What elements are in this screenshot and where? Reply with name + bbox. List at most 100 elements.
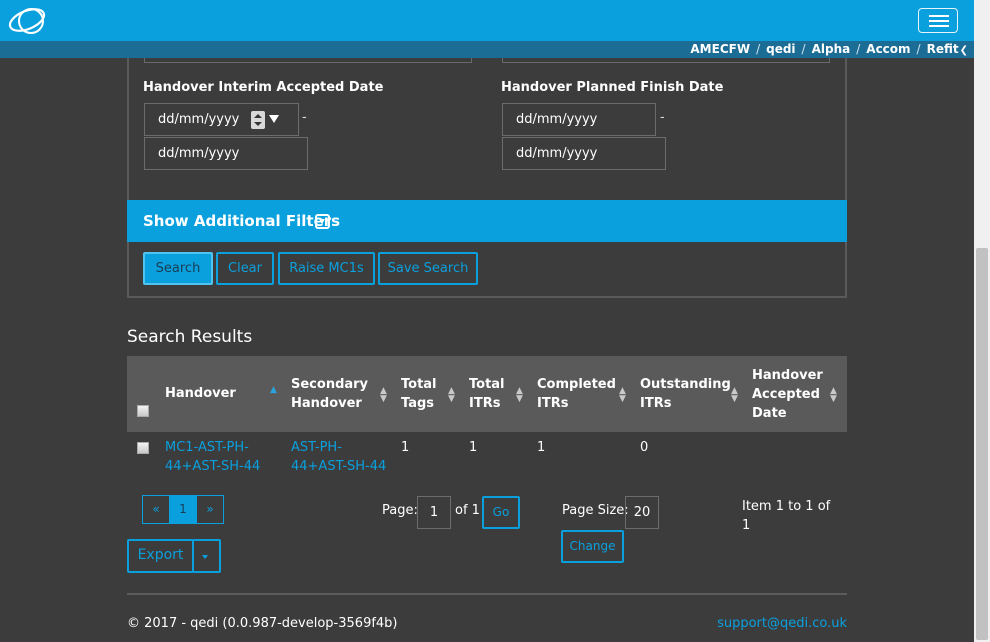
- column-header-label: Accepted: [752, 387, 820, 402]
- menu-toggle-button[interactable]: [918, 8, 958, 33]
- sort-ascending-icon[interactable]: ▲: [270, 386, 277, 395]
- cell-text: 44+AST-SH-44: [165, 459, 261, 474]
- sort-icon[interactable]: ▲ ▼: [380, 387, 387, 404]
- breadcrumb-separator: /: [756, 42, 761, 56]
- column-header-accepted-date[interactable]: Handover Accepted Date: [752, 366, 823, 423]
- column-header-label: Total: [401, 377, 437, 392]
- qedi-logo-icon[interactable]: [6, 4, 50, 36]
- date-placeholder: dd/mm/yyyy: [516, 112, 598, 127]
- column-header-total-tags[interactable]: Total Tags: [401, 375, 437, 413]
- handover-link[interactable]: MC1-AST-PH- 44+AST-SH-44: [165, 438, 260, 476]
- input-bottom-edge: [502, 58, 830, 63]
- column-header-label: Completed: [537, 377, 616, 392]
- column-header-secondary-handover[interactable]: Secondary Handover: [291, 375, 368, 413]
- planned-finish-date-label: Handover Planned Finish Date: [501, 80, 724, 95]
- outstanding-itrs-cell: 0: [640, 440, 649, 455]
- search-results-title: Search Results: [127, 327, 253, 347]
- pagination: « 1 »: [142, 495, 224, 524]
- total-itrs-cell: 1: [469, 440, 478, 455]
- page-number-input[interactable]: 1: [417, 496, 451, 529]
- change-page-size-button[interactable]: Change: [561, 530, 624, 563]
- page-size-label: Page Size:: [562, 503, 629, 518]
- export-button[interactable]: Export: [127, 539, 194, 573]
- breadcrumb-separator: /: [856, 42, 861, 56]
- column-header-outstanding-itrs[interactable]: Outstanding ITRs: [640, 375, 731, 413]
- column-header-handover[interactable]: Handover: [165, 384, 236, 403]
- sort-icon[interactable]: ▲ ▼: [448, 387, 455, 404]
- breadcrumb-item-accom[interactable]: Accom: [866, 42, 910, 56]
- prev-page-button[interactable]: «: [143, 496, 169, 523]
- planned-date-to-input[interactable]: dd/mm/yyyy: [502, 137, 666, 170]
- hamburger-icon: [929, 15, 949, 17]
- caret-down-icon: [202, 555, 208, 559]
- raise-mc1s-button[interactable]: Raise MC1s: [278, 252, 375, 285]
- table-row: MC1-AST-PH- 44+AST-SH-44 AST-PH- 44+AST-SH…: [127, 432, 847, 484]
- select-all-checkbox[interactable]: [137, 405, 149, 417]
- interim-date-from-input[interactable]: dd/mm/yyyy: [144, 103, 299, 136]
- cell-text: AST-PH-: [291, 440, 342, 455]
- save-search-button[interactable]: Save Search: [378, 252, 478, 285]
- support-email-link[interactable]: support@qedi.co.uk: [717, 616, 847, 631]
- cell-text: 44+AST-SH-44: [291, 459, 387, 474]
- page-count-label: of 1: [455, 503, 480, 518]
- results-table: Handover ▲ Secondary Handover ▲ ▼ Total Tag…: [127, 356, 847, 484]
- scrollbar-thumb[interactable]: [976, 248, 988, 640]
- item-range-text: Item 1 to 1 of: [742, 499, 831, 514]
- column-header-label: Date: [752, 406, 787, 421]
- footer-divider: [127, 593, 847, 595]
- next-page-button[interactable]: »: [197, 496, 223, 523]
- secondary-handover-link[interactable]: AST-PH- 44+AST-SH-44: [291, 438, 386, 476]
- search-button[interactable]: Search: [143, 252, 213, 285]
- item-range-label: Item 1 to 1 of 1: [742, 497, 830, 535]
- spinner-icon[interactable]: [251, 111, 265, 129]
- breadcrumb-item-alpha[interactable]: Alpha: [812, 42, 851, 56]
- date-placeholder: dd/mm/yyyy: [158, 112, 240, 127]
- column-header-label: Secondary: [291, 377, 369, 392]
- input-bottom-edge: [144, 58, 472, 63]
- go-button[interactable]: Go: [482, 496, 520, 529]
- column-header-label: Handover: [752, 368, 823, 383]
- sort-icon[interactable]: ▲ ▼: [830, 387, 837, 404]
- hamburger-icon-bar: [929, 25, 949, 27]
- breadcrumb-separator: /: [801, 42, 806, 56]
- column-header-label: ITRs: [537, 396, 569, 411]
- column-header-label: Handover: [291, 396, 362, 411]
- completed-itrs-cell: 1: [537, 440, 546, 455]
- column-header-label: Tags: [401, 396, 435, 411]
- interim-date-to-input[interactable]: dd/mm/yyyy: [144, 137, 308, 170]
- sort-icon[interactable]: ▲ ▼: [731, 387, 738, 404]
- top-navbar: [0, 0, 974, 41]
- hamburger-icon-bar: [929, 20, 949, 22]
- range-separator: -: [302, 110, 307, 125]
- clear-button[interactable]: Clear: [216, 252, 274, 285]
- show-additional-filters-toggle[interactable]: Show Additional Filters: [127, 200, 847, 242]
- row-checkbox[interactable]: [137, 442, 149, 454]
- item-range-text: 1: [742, 518, 751, 533]
- range-separator: -: [660, 110, 665, 125]
- additional-filters-label: Show Additional Filters: [143, 212, 341, 230]
- breadcrumb-separator: /: [916, 42, 921, 56]
- date-placeholder: dd/mm/yyyy: [158, 146, 240, 161]
- column-header-label: Total: [469, 377, 505, 392]
- page-1-button[interactable]: 1: [169, 496, 197, 523]
- page-size-input[interactable]: 20: [625, 496, 659, 529]
- breadcrumb-item-refit[interactable]: Refit: [927, 42, 959, 56]
- sort-icon[interactable]: ▲ ▼: [619, 387, 626, 404]
- table-header: Handover ▲ Secondary Handover ▲ ▼ Total Tag…: [127, 356, 847, 432]
- dropdown-arrow-icon[interactable]: [269, 115, 279, 123]
- footer-copyright: © 2017 - qedi (0.0.987-develop-3569f4b): [127, 616, 398, 631]
- interim-accepted-date-label: Handover Interim Accepted Date: [143, 80, 384, 95]
- page-label: Page:: [382, 503, 418, 518]
- date-placeholder: dd/mm/yyyy: [516, 146, 598, 161]
- column-header-total-itrs[interactable]: Total ITRs: [469, 375, 505, 413]
- column-header-completed-itrs[interactable]: Completed ITRs: [537, 375, 616, 413]
- chevron-down-icon: [315, 214, 330, 229]
- column-header-label: Outstanding: [640, 377, 731, 392]
- cell-text: MC1-AST-PH-: [165, 440, 249, 455]
- breadcrumb-item-qedi[interactable]: qedi: [766, 42, 795, 56]
- breadcrumb-item-amecfw[interactable]: AMECFW: [690, 42, 750, 56]
- column-header-label: ITRs: [640, 396, 672, 411]
- sort-icon[interactable]: ▲ ▼: [516, 387, 523, 404]
- planned-date-from-input[interactable]: dd/mm/yyyy: [502, 103, 656, 136]
- chevron-down-icon[interactable]: ❮: [960, 45, 968, 56]
